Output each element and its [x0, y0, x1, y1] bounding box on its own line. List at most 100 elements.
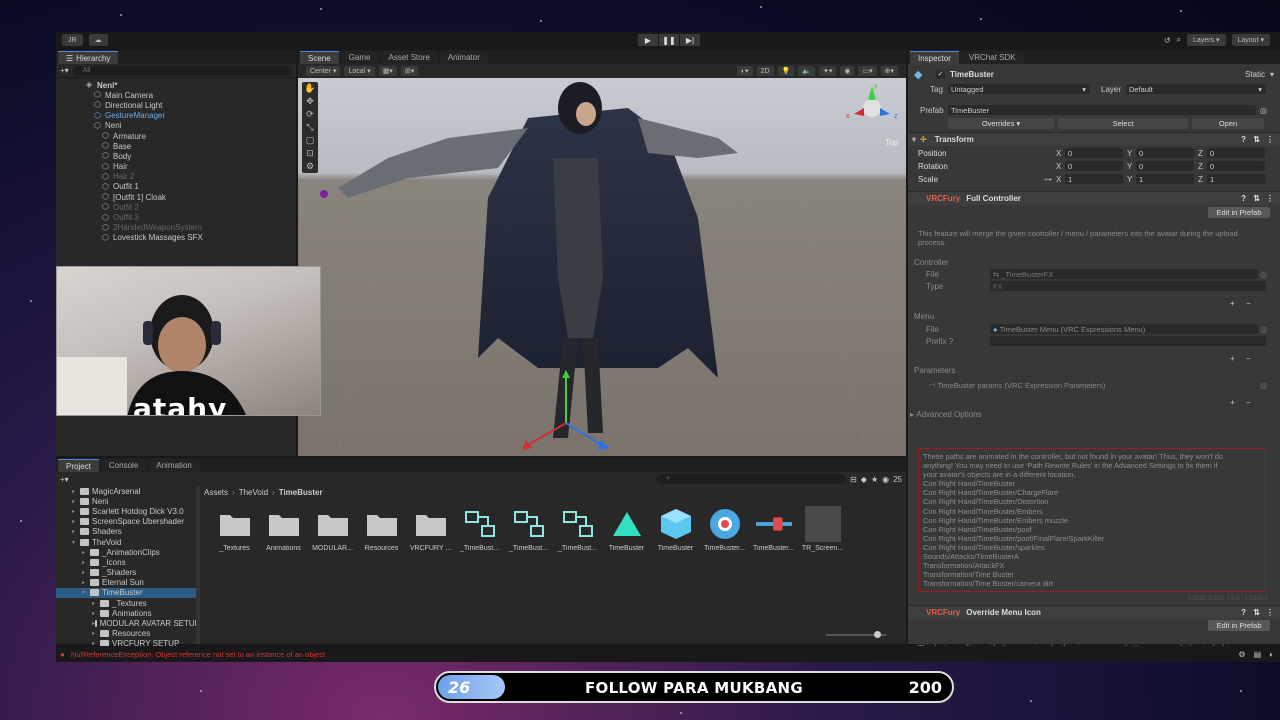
advanced-options-foldout[interactable]: ▸ Advanced Options: [910, 410, 982, 419]
scene-viewport[interactable]: ✋ ✥ ⟳ ⤡ ▢ ⊡ ⚙ y x z Top: [298, 78, 906, 456]
position-y-field[interactable]: 0: [1136, 148, 1194, 158]
hierarchy-item[interactable]: ⬡ Directional Light: [56, 100, 296, 110]
foldout-arrow-icon[interactable]: ▸: [82, 579, 90, 586]
project-folder-item[interactable]: ▸ Shaders: [56, 527, 200, 537]
project-folder-item[interactable]: ▸ Neni: [56, 496, 200, 506]
search-icon[interactable]: ⌕: [1177, 35, 1181, 45]
project-folder-item[interactable]: ▸ _Icons: [56, 557, 200, 567]
hierarchy-item[interactable]: ⬡ 2HandedWeaponSystem: [56, 223, 296, 233]
open-button[interactable]: Open: [1192, 117, 1264, 129]
rotation-z-field[interactable]: 0: [1207, 161, 1265, 171]
asset-item[interactable]: _TimeBust...: [459, 506, 500, 552]
foldout-arrow-icon[interactable]: ▸: [82, 559, 90, 566]
project-folder-item[interactable]: ▸ MagicArsenal: [56, 486, 200, 496]
select-button[interactable]: Select: [1058, 117, 1188, 129]
foldout-arrow-icon[interactable]: ▸: [72, 488, 80, 495]
add-icon[interactable]: +: [1230, 299, 1235, 308]
asset-item[interactable]: _Textures: [214, 506, 255, 552]
asset-item[interactable]: _TimeBust...: [557, 506, 598, 552]
active-checkbox[interactable]: ✓: [936, 69, 945, 79]
scale-z-field[interactable]: 1: [1207, 174, 1265, 184]
hidden-icon[interactable]: ◉: [882, 475, 889, 484]
menu-dots-icon[interactable]: ⋮: [1266, 608, 1274, 617]
tab-inspector-1[interactable]: VRChat SDK: [960, 51, 1024, 64]
asset-item[interactable]: TimeBuster: [655, 506, 696, 552]
add-icon[interactable]: +▾: [60, 66, 69, 75]
hierarchy-search-input[interactable]: All: [72, 65, 292, 76]
project-tree-scrollbar[interactable]: [196, 486, 200, 644]
constrain-proportions-icon[interactable]: ⊶: [1044, 175, 1052, 184]
filter-type-icon[interactable]: ⊟: [850, 475, 857, 484]
progress-icon[interactable]: ▤: [1254, 650, 1262, 659]
controller-type-dropdown[interactable]: FX: [990, 281, 1266, 291]
hierarchy-item[interactable]: ⬡ Body: [56, 151, 296, 161]
remove-icon[interactable]: −: [1246, 354, 1251, 363]
help-icon[interactable]: ?: [1241, 608, 1246, 617]
override-menu-icon-header[interactable]: VRCFury Override Menu Icon ? ⇅ ⋮: [908, 605, 1280, 619]
asset-item[interactable]: VRCFURY ...: [410, 506, 451, 552]
project-folder-item[interactable]: ▸ Scarlett Hotdog Dick V3.0: [56, 506, 200, 516]
project-folder-item[interactable]: ▸ Resources: [56, 629, 200, 639]
hierarchy-item[interactable]: ⬡ Outfit 1: [56, 182, 296, 192]
tag-dropdown[interactable]: Untagged ▾: [948, 84, 1090, 94]
help-icon[interactable]: ?: [1241, 135, 1246, 144]
prefab-field[interactable]: TimeBuster: [948, 105, 1256, 115]
object-name-field[interactable]: TimeBuster: [950, 70, 994, 79]
layer-dropdown[interactable]: Default ▾: [1126, 84, 1266, 94]
visibility-icon[interactable]: ◉: [840, 66, 855, 76]
custom-tool-icon[interactable]: ⚙: [302, 160, 318, 173]
hierarchy-item[interactable]: ⬡ Hair 2: [56, 172, 296, 182]
step-button[interactable]: ▶|: [680, 34, 700, 46]
tab-scene-1[interactable]: Game: [340, 51, 379, 64]
hierarchy-item[interactable]: ◈ Neni*: [56, 80, 296, 90]
console-error-message[interactable]: NullReferenceException: Object reference…: [71, 650, 325, 659]
project-folder-item[interactable]: ▸ _Shaders: [56, 568, 200, 578]
gizmos-icon[interactable]: ⊕▾: [880, 66, 898, 76]
rotate-tool-icon[interactable]: ⟳: [302, 108, 318, 121]
overrides-dropdown[interactable]: Overrides ▾: [948, 117, 1054, 129]
position-z-field[interactable]: 0: [1207, 148, 1265, 158]
parameters-file-field[interactable]: ⟞ TimeBuster params (VRC Expression Para…: [926, 380, 1258, 390]
space-dropdown[interactable]: Local ▾: [344, 66, 375, 76]
asset-item[interactable]: TR_Screen...: [802, 506, 843, 552]
tab-inspector-0[interactable]: Inspector: [910, 51, 959, 64]
project-folder-item[interactable]: ▸ ScreenSpace Ubershader: [56, 517, 200, 527]
rotation-y-field[interactable]: 0: [1136, 161, 1194, 171]
menu-target-icon[interactable]: ◎: [1260, 325, 1267, 334]
edit-in-prefab-button[interactable]: Edit in Prefab: [1208, 207, 1270, 218]
hierarchy-item[interactable]: ⬡ Neni: [56, 121, 296, 131]
breadcrumb-item[interactable]: TheVoid: [239, 488, 268, 497]
asset-item[interactable]: _TimeBust...: [508, 506, 549, 552]
asset-item[interactable]: TimeBuster: [606, 506, 647, 552]
prefab-target-icon[interactable]: ◎: [1260, 106, 1267, 115]
scale-x-field[interactable]: 1: [1065, 174, 1123, 184]
zoom-slider-handle[interactable]: [874, 631, 881, 638]
mode-2d-toggle[interactable]: 2D: [756, 66, 774, 76]
project-folder-item[interactable]: ▸ _Textures: [56, 598, 200, 608]
hierarchy-item[interactable]: ⬡ GestureManager: [56, 111, 296, 121]
menu-dots-icon[interactable]: ⋮: [1266, 135, 1274, 144]
filter-label-icon[interactable]: ◆: [861, 475, 867, 484]
foldout-arrow-icon[interactable]: ▸: [72, 508, 80, 515]
menu-file-field[interactable]: ● TimeBuster Menu (VRC Expressions Menu): [990, 324, 1258, 334]
project-folder-item[interactable]: ▸ Animations: [56, 608, 200, 618]
breadcrumb-item[interactable]: Assets: [204, 488, 228, 497]
play-button[interactable]: ▶: [638, 34, 658, 46]
cloud-icon[interactable]: ☁: [88, 34, 108, 46]
transform-header[interactable]: ▾ ✢ Transform ? ⇅ ⋮: [908, 132, 1280, 146]
hierarchy-item[interactable]: ⬡ Outfit 2: [56, 202, 296, 212]
remove-icon[interactable]: −: [1246, 398, 1251, 407]
scale-y-field[interactable]: 1: [1136, 174, 1194, 184]
help-icon[interactable]: ?: [1241, 194, 1246, 203]
snap-increment-icon[interactable]: ⊞▾: [400, 66, 419, 76]
hierarchy-item[interactable]: ⬡ Outfit 3: [56, 212, 296, 222]
tab-scene-3[interactable]: Animator: [439, 51, 488, 64]
prefix-input[interactable]: [990, 336, 1266, 346]
foldout-arrow-icon[interactable]: ▾: [72, 539, 80, 546]
draw-mode-icon[interactable]: ◐▾: [736, 66, 753, 76]
foldout-arrow-icon[interactable]: ▸: [92, 610, 100, 617]
static-dropdown-icon[interactable]: ▾: [1270, 70, 1274, 79]
account-dropdown[interactable]: JR: [62, 34, 83, 46]
project-folder-item[interactable]: ▸ _AnimationClips: [56, 547, 200, 557]
pivot-dropdown[interactable]: Center ▾: [306, 66, 341, 76]
